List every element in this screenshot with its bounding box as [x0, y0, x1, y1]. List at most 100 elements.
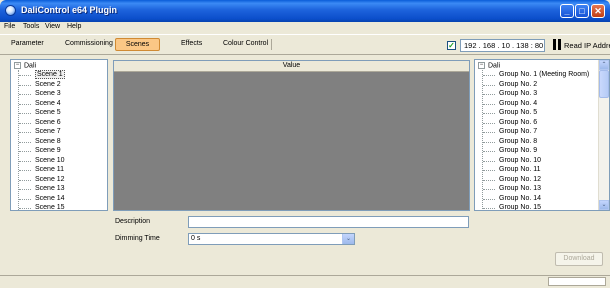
- tab-bar: Parameter Commissioning Scenes Effects C…: [0, 35, 610, 55]
- tab-scenes[interactable]: Scenes: [115, 38, 160, 51]
- tab-effects[interactable]: Effects: [181, 40, 202, 47]
- scroll-up-button[interactable]: ⌃: [599, 60, 609, 70]
- scene-item[interactable]: Scene 10: [19, 156, 65, 166]
- scenes-tree[interactable]: − Dali Scene 1 Scene 2 Scene 3 Scene 4 Scene …: [10, 59, 108, 211]
- status-panel: [548, 277, 606, 286]
- group-item[interactable]: Group No. 1 (Meeting Room): [483, 70, 589, 80]
- scenes-list: Scene 1 Scene 2 Scene 3 Scene 4 Scene 5 Scene…: [18, 70, 65, 211]
- scene-item[interactable]: Scene 9: [19, 146, 65, 156]
- scenes-tree-root[interactable]: − Dali: [14, 62, 36, 69]
- groups-tree-root[interactable]: − Dali: [478, 62, 500, 69]
- read-ip-address-button[interactable]: Read IP Address: [553, 39, 610, 52]
- close-icon: ✕: [594, 6, 602, 16]
- tab-commissioning[interactable]: Commissioning: [65, 40, 113, 47]
- scene-item[interactable]: Scene 12: [19, 175, 65, 185]
- dimming-time-select[interactable]: 0 s ⌄: [188, 233, 355, 245]
- value-grid[interactable]: Value: [113, 60, 470, 211]
- close-button[interactable]: ✕: [591, 4, 605, 18]
- scene-item[interactable]: Scene 7: [19, 127, 65, 137]
- window-title: DaliControl e64 Plugin: [21, 5, 118, 15]
- group-item-label: Group No. 7: [499, 128, 538, 135]
- group-item[interactable]: Group No. 11: [483, 165, 589, 175]
- group-item[interactable]: Group No. 2: [483, 80, 589, 90]
- dropdown-arrow-icon[interactable]: ⌄: [342, 234, 354, 244]
- scene-item[interactable]: Scene 2: [19, 80, 65, 90]
- scene-item[interactable]: Scene 5: [19, 108, 65, 118]
- group-item[interactable]: Group No. 12: [483, 175, 589, 185]
- scene-item-label: Scene 11: [35, 166, 65, 173]
- scene-item-label: Scene 12: [35, 175, 65, 183]
- collapse-icon[interactable]: −: [14, 62, 21, 69]
- group-item-label: Group No. 6: [499, 118, 538, 126]
- scene-item-label: Scene 14: [35, 194, 65, 202]
- scene-item[interactable]: Scene 14: [19, 194, 65, 204]
- menu-tools[interactable]: Tools: [23, 23, 39, 30]
- read-ip-label: Read IP Address: [564, 41, 610, 50]
- app-window: DaliControl e64 Plugin _ □ ✕ File Tools …: [0, 0, 610, 288]
- scene-item-label: Scene 9: [35, 147, 61, 154]
- value-column-header[interactable]: Value: [114, 61, 469, 72]
- groups-tree[interactable]: − Dali Group No. 1 (Meeting Room) Group No…: [474, 59, 610, 211]
- group-item[interactable]: Group No. 4: [483, 99, 589, 109]
- scene-item-label: Scene 13: [35, 185, 65, 192]
- group-item[interactable]: Group No. 14: [483, 194, 589, 204]
- dimming-time-label: Dimming Time: [115, 235, 160, 242]
- group-item-label: Group No. 8: [499, 137, 538, 145]
- minimize-button[interactable]: _: [560, 4, 574, 18]
- description-label: Description: [115, 218, 151, 225]
- minimize-icon: _: [564, 6, 570, 16]
- group-item-label: Group No. 9: [499, 147, 538, 154]
- tab-parameter[interactable]: Parameter: [11, 40, 44, 47]
- groups-root-label: Dali: [488, 62, 501, 70]
- app-icon: [5, 5, 16, 16]
- groups-scrollbar[interactable]: ⌃ ⌄: [598, 60, 609, 210]
- description-input[interactable]: [188, 216, 469, 228]
- group-item-label: Group No. 5: [499, 109, 538, 116]
- group-item-label: Group No. 2: [499, 80, 538, 88]
- scene-item[interactable]: Scene 4: [19, 99, 65, 109]
- group-item-label: Group No. 15: [499, 204, 542, 211]
- scene-item[interactable]: Scene 8: [19, 137, 65, 147]
- group-item[interactable]: Group No. 5: [483, 108, 589, 118]
- menu-bar: File Tools View Help: [0, 22, 610, 35]
- group-item[interactable]: Group No. 6: [483, 118, 589, 128]
- scroll-thumb[interactable]: [599, 70, 609, 98]
- group-item-label: Group No. 3: [499, 90, 538, 97]
- menu-help[interactable]: Help: [67, 23, 81, 30]
- ip-address-field[interactable]: 192 . 168 . 10 . 138 : 80: [460, 39, 545, 52]
- group-item[interactable]: Group No. 7: [483, 127, 589, 137]
- scene-item[interactable]: Scene 1: [19, 70, 65, 80]
- scene-item[interactable]: Scene 3: [19, 89, 65, 99]
- tab-colour-control[interactable]: Colour Control: [223, 40, 268, 47]
- maximize-button[interactable]: □: [575, 4, 589, 18]
- scene-item-label: Scene 8: [35, 137, 61, 145]
- group-item[interactable]: Group No. 9: [483, 146, 589, 156]
- group-item[interactable]: Group No. 3: [483, 89, 589, 99]
- scene-item[interactable]: Scene 13: [19, 184, 65, 194]
- download-button[interactable]: Download: [555, 252, 603, 266]
- title-bar[interactable]: DaliControl e64 Plugin _ □ ✕: [0, 0, 610, 22]
- scene-item-label: Scene 6: [35, 118, 61, 126]
- scene-item-label: Scene 1: [35, 70, 65, 79]
- scroll-down-button[interactable]: ⌄: [599, 200, 609, 210]
- scene-item-label: Scene 15: [35, 204, 65, 211]
- group-item-label: Group No. 13: [499, 185, 542, 192]
- scene-item-label: Scene 2: [35, 80, 61, 88]
- auto-ip-checkbox[interactable]: ✓: [447, 41, 456, 50]
- group-item[interactable]: Group No. 8: [483, 137, 589, 147]
- menu-file[interactable]: File: [4, 23, 15, 30]
- group-item[interactable]: Group No. 13: [483, 184, 589, 194]
- scene-item-label: Scene 10: [35, 156, 65, 164]
- groups-list: Group No. 1 (Meeting Room) Group No. 2 Gro…: [482, 70, 589, 211]
- group-item-label: Group No. 4: [499, 99, 538, 107]
- group-item[interactable]: Group No. 15: [483, 203, 589, 211]
- collapse-icon[interactable]: −: [478, 62, 485, 69]
- group-item-label: Group No. 11: [499, 166, 541, 173]
- scene-item[interactable]: Scene 6: [19, 118, 65, 128]
- maximize-icon: □: [579, 6, 585, 16]
- scene-item[interactable]: Scene 15: [19, 203, 65, 211]
- group-item[interactable]: Group No. 10: [483, 156, 589, 166]
- scenes-root-label: Dali: [24, 62, 37, 70]
- menu-view[interactable]: View: [45, 23, 60, 30]
- scene-item[interactable]: Scene 11: [19, 165, 65, 175]
